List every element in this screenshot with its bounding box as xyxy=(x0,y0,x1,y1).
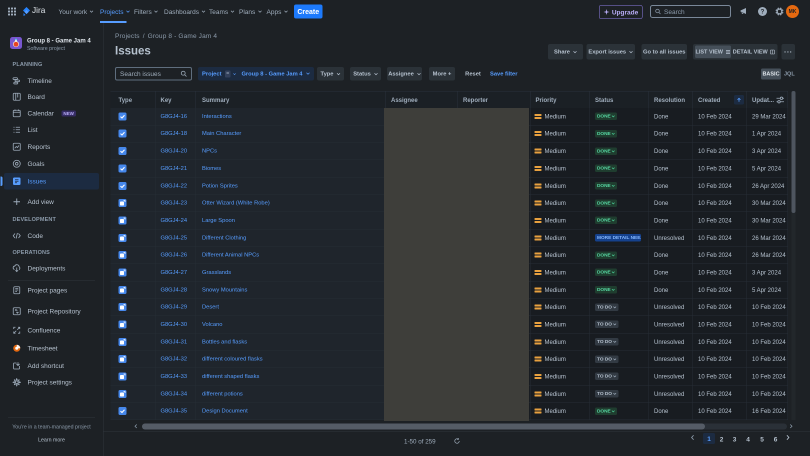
svg-text:?: ? xyxy=(761,10,765,16)
